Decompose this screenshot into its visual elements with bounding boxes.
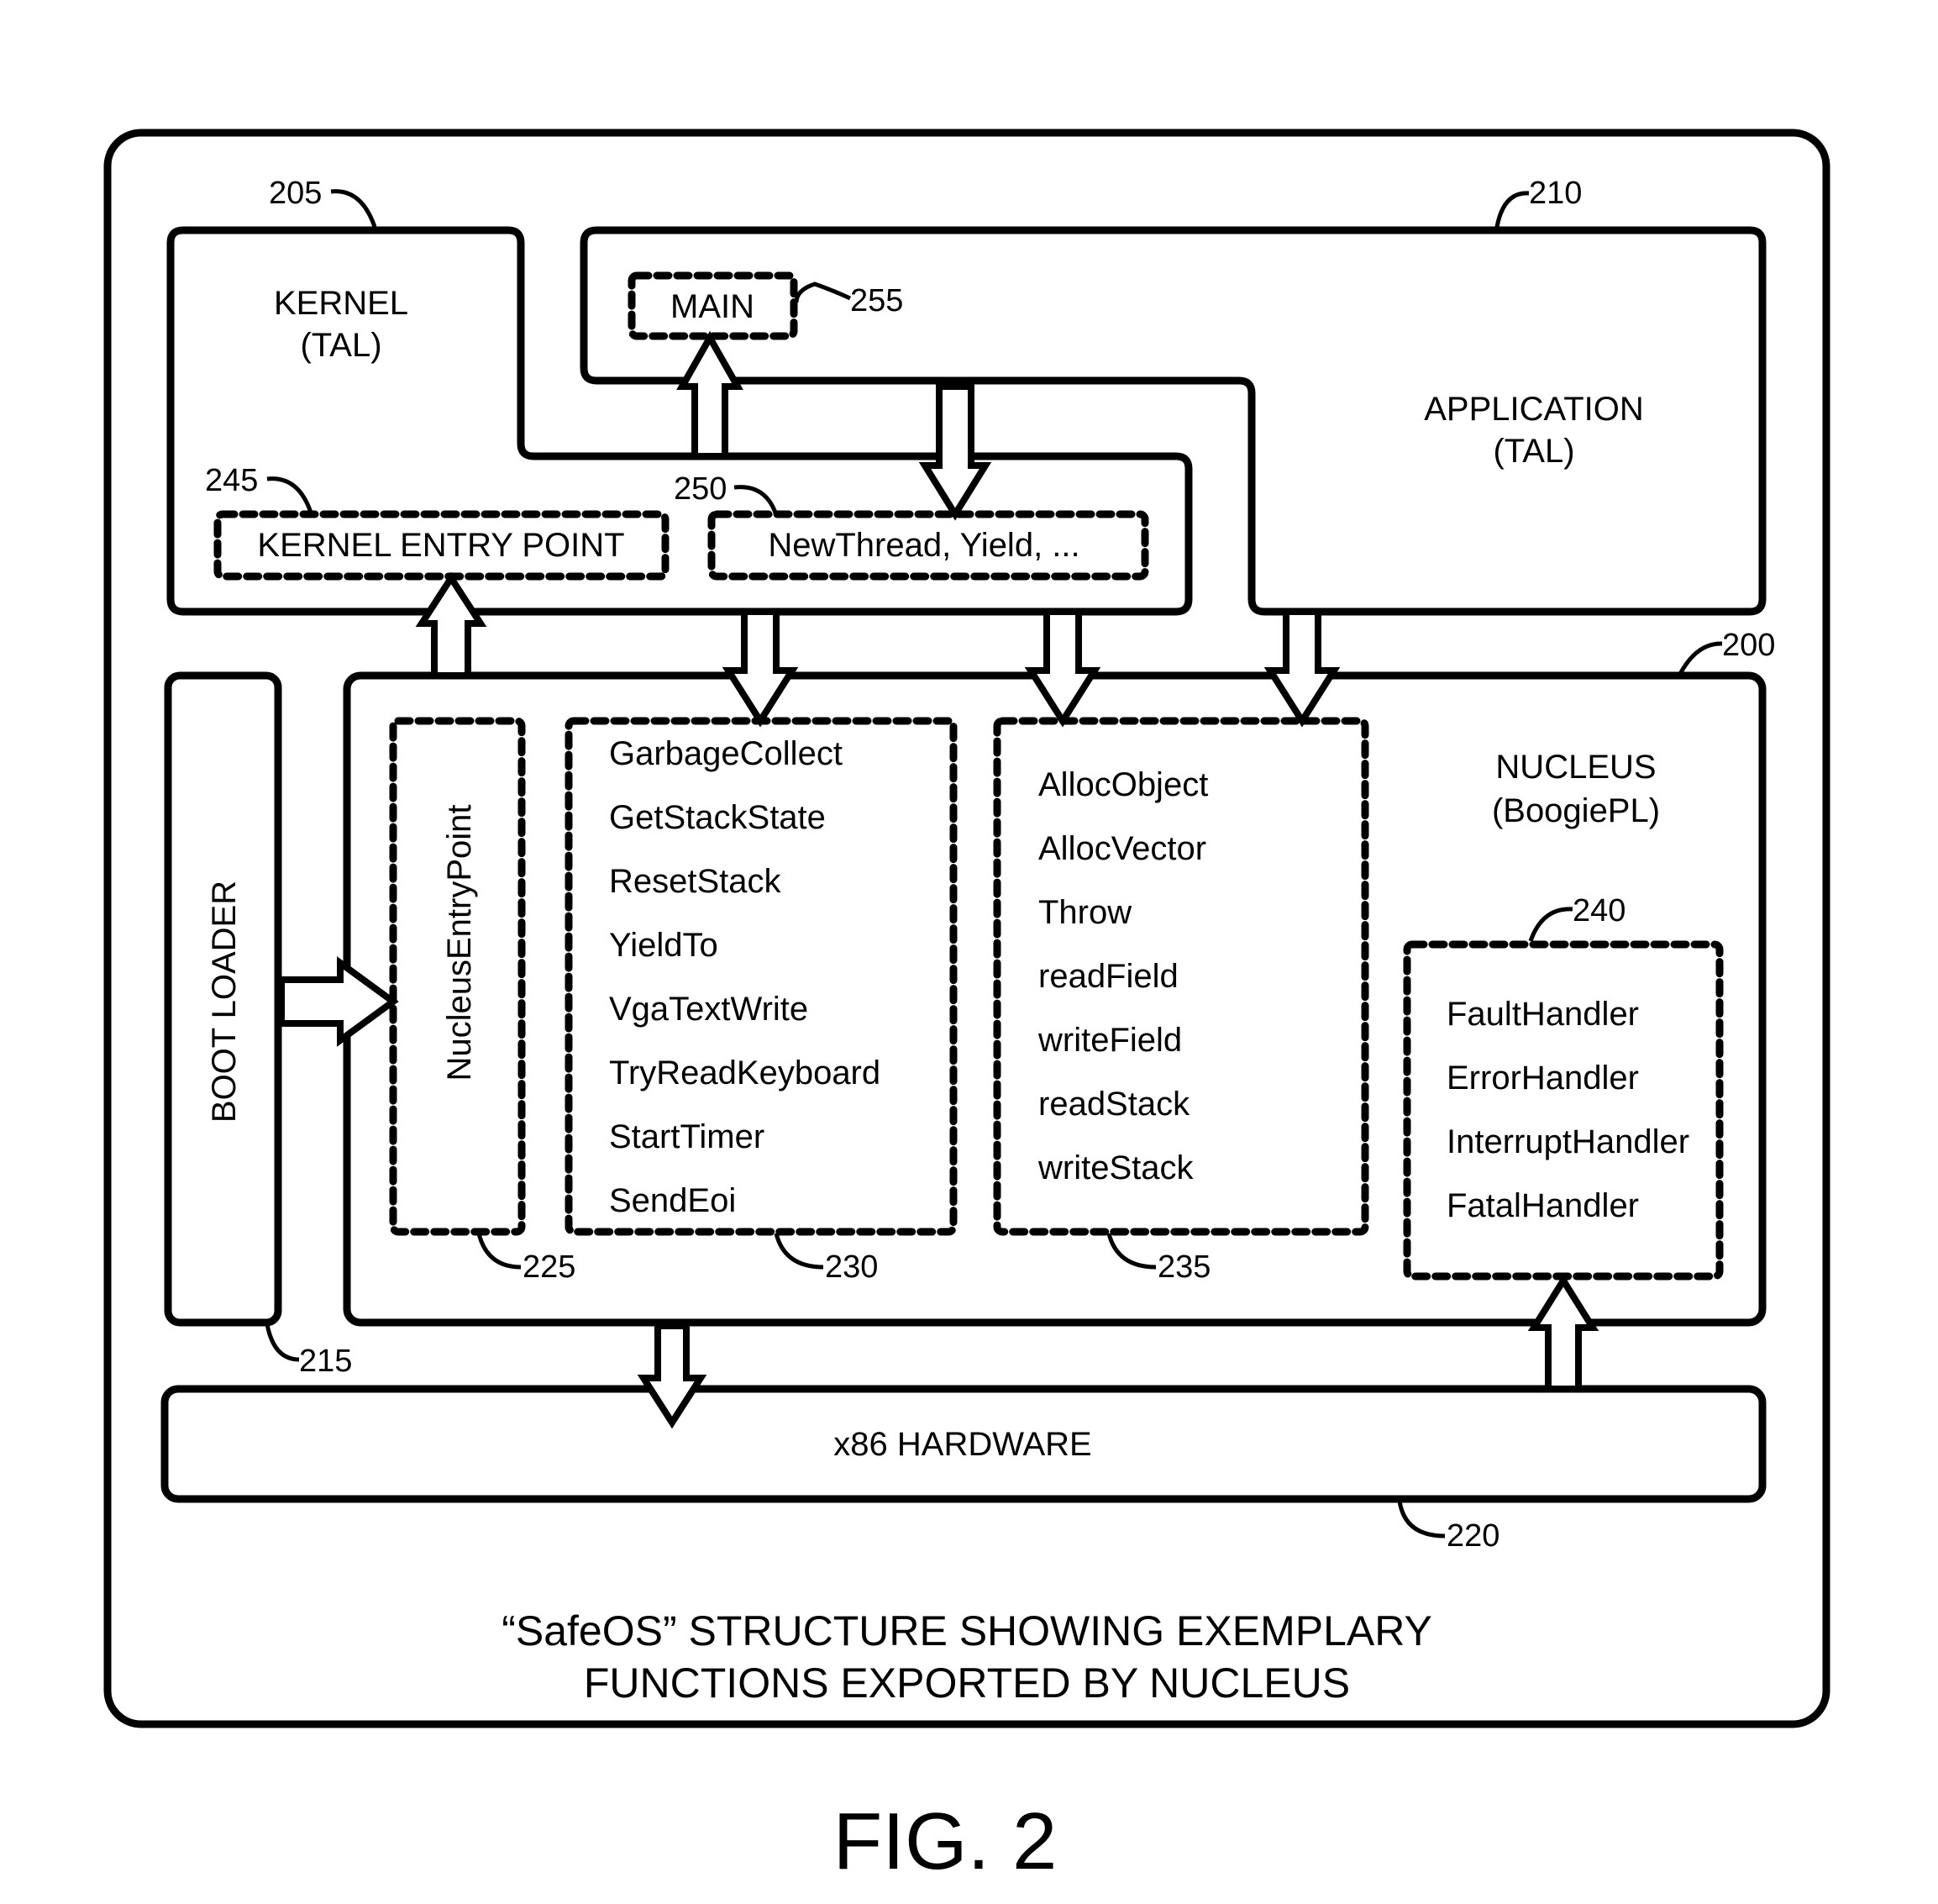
ref-205: 205: [269, 176, 322, 211]
application-subtitle: (TAL): [1493, 433, 1574, 470]
kernel-subtitle: (TAL): [300, 327, 381, 364]
nucleus-title: NUCLEUS: [1495, 749, 1656, 786]
function-item: VgaTextWrite: [609, 991, 808, 1028]
function-item: readStack: [1038, 1086, 1190, 1123]
function-item: StartTimer: [609, 1118, 764, 1155]
kernel-title: KERNEL: [274, 285, 408, 322]
kernel-entry-point-label: KERNEL ENTRY POINT: [257, 527, 624, 564]
kernel-calls-label: NewThread, Yield, ...: [768, 527, 1079, 564]
hardware-label: x86 HARDWARE: [833, 1426, 1091, 1463]
ref-235: 235: [1158, 1249, 1211, 1285]
ref-200: 200: [1722, 628, 1775, 663]
ref-250: 250: [674, 471, 727, 507]
function-item: Throw: [1038, 894, 1132, 931]
handler-item: FatalHandler: [1447, 1187, 1639, 1224]
handler-item: InterruptHandler: [1447, 1123, 1689, 1160]
figure-label: FIG. 2: [833, 1796, 1058, 1886]
caption-line-1: “SafeOS” STRUCTURE SHOWING EXEMPLARY: [502, 1607, 1432, 1654]
caption-line-2: FUNCTIONS EXPORTED BY NUCLEUS: [584, 1659, 1350, 1707]
boot-loader-label: BOOT LOADER: [206, 881, 243, 1123]
function-item: YieldTo: [609, 927, 718, 964]
function-item: AllocObject: [1038, 766, 1208, 803]
ref-215: 215: [299, 1344, 352, 1379]
ref-210: 210: [1529, 176, 1582, 211]
function-item: TryReadKeyboard: [609, 1055, 880, 1091]
ref-255: 255: [850, 283, 903, 318]
handler-item: ErrorHandler: [1447, 1060, 1639, 1097]
function-item: ResetStack: [609, 863, 782, 900]
function-item: readField: [1038, 958, 1179, 995]
ref-230: 230: [825, 1249, 878, 1285]
ref-245: 245: [205, 463, 258, 498]
ref-225: 225: [523, 1249, 575, 1285]
main-label: MAIN: [670, 288, 754, 325]
function-item: writeStack: [1037, 1149, 1194, 1186]
nucleus-subtitle: (BoogiePL): [1492, 792, 1660, 829]
ref-240: 240: [1573, 893, 1626, 928]
nucleus-entry-label: NucleusEntryPoint: [441, 804, 478, 1081]
function-item: writeField: [1037, 1022, 1182, 1059]
function-item: GetStackState: [609, 799, 826, 836]
function-item: SendEoi: [609, 1182, 736, 1219]
application-title: APPLICATION: [1424, 391, 1644, 428]
function-item: GarbageCollect: [609, 735, 843, 772]
ref-220: 220: [1447, 1518, 1499, 1554]
function-item: AllocVector: [1038, 830, 1206, 867]
handler-item: FaultHandler: [1447, 996, 1639, 1033]
safeos-diagram: KERNEL (TAL) APPLICATION (TAL) MAIN KERN…: [103, 129, 1830, 1886]
